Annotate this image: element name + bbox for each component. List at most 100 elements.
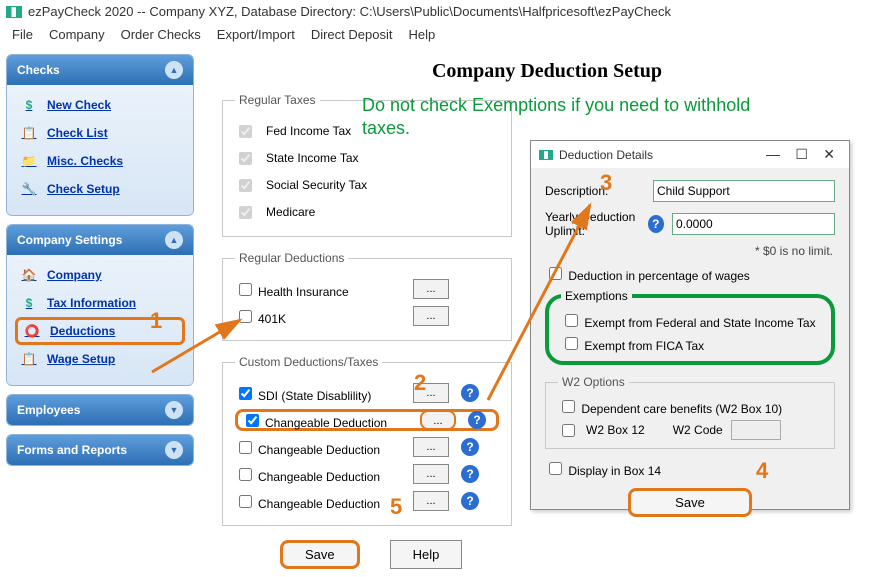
menu-help[interactable]: Help — [402, 27, 441, 42]
chk-display-box14[interactable] — [549, 462, 562, 475]
regular-deductions-group: Regular Deductions Health Insurance... 4… — [222, 251, 512, 341]
home-icon: 🏠 — [21, 268, 37, 282]
sidebar: Checks ▲ $New Check 📋Check List 📁Misc. C… — [0, 48, 200, 577]
help-icon[interactable]: ? — [461, 438, 479, 456]
dialog-save-button[interactable]: Save — [628, 488, 752, 517]
minimize-button[interactable]: — — [760, 146, 786, 162]
help-icon[interactable]: ? — [648, 215, 664, 233]
chk-percentage[interactable] — [549, 267, 562, 280]
chk-ss-tax — [239, 179, 252, 192]
chevron-up-icon: ▲ — [165, 231, 183, 249]
edit-cd-2[interactable]: ... — [413, 437, 449, 457]
circle-icon: ⭕ — [24, 324, 40, 338]
app-icon — [539, 150, 553, 160]
chk-dep-care[interactable] — [562, 400, 575, 413]
sidebar-item-misc-checks[interactable]: 📁Misc. Checks — [7, 147, 193, 175]
panel-company-header[interactable]: Company Settings ▲ — [7, 225, 193, 255]
app-title: ezPayCheck 2020 -- Company XYZ, Database… — [28, 4, 671, 19]
chevron-up-icon: ▲ — [165, 61, 183, 79]
save-button[interactable]: Save — [280, 540, 360, 569]
edit-sdi[interactable]: ... — [413, 383, 449, 403]
maximize-button[interactable]: ☐ — [789, 146, 814, 162]
w2-code-input — [731, 420, 781, 440]
panel-forms-header[interactable]: Forms and Reports ▼ — [7, 435, 193, 465]
chevron-down-icon: ▼ — [165, 401, 183, 419]
help-icon[interactable]: ? — [461, 465, 479, 483]
title-bar: ezPayCheck 2020 -- Company XYZ, Database… — [0, 0, 882, 23]
uplimit-label: Yearly Deduction Uplimit: — [545, 210, 636, 238]
sidebar-item-new-check[interactable]: $New Check — [7, 91, 193, 119]
deduction-details-dialog: Deduction Details — ☐ ✕ Description: Yea… — [530, 140, 850, 510]
sidebar-item-company[interactable]: 🏠Company — [7, 261, 193, 289]
chk-401k[interactable] — [239, 310, 252, 323]
panel-forms: Forms and Reports ▼ — [6, 434, 194, 466]
description-label: Description: — [545, 184, 645, 198]
help-icon[interactable]: ? — [468, 411, 486, 429]
regular-taxes-legend: Regular Taxes — [235, 93, 320, 107]
chevron-down-icon: ▼ — [165, 441, 183, 459]
page-title: Company Deduction Setup — [220, 60, 874, 83]
help-button[interactable]: Help — [390, 540, 463, 569]
dialog-title: Deduction Details — [559, 148, 653, 162]
chk-medicare — [239, 206, 252, 219]
regular-deductions-legend: Regular Deductions — [235, 251, 348, 265]
sidebar-item-check-list[interactable]: 📋Check List — [7, 119, 193, 147]
chk-exempt-fica[interactable] — [565, 337, 578, 350]
panel-checks-title: Checks — [17, 63, 60, 77]
panel-checks-header[interactable]: Checks ▲ — [7, 55, 193, 85]
sidebar-item-deductions[interactable]: ⭕Deductions — [15, 317, 185, 345]
chk-sdi[interactable] — [239, 387, 252, 400]
sidebar-item-check-setup[interactable]: 🔧Check Setup — [7, 175, 193, 203]
help-icon[interactable]: ? — [461, 492, 479, 510]
custom-deductions-group: Custom Deductions/Taxes SDI (State Disab… — [222, 355, 512, 526]
description-input[interactable] — [653, 180, 835, 202]
panel-employees-header[interactable]: Employees ▼ — [7, 395, 193, 425]
w2-legend: W2 Options — [558, 375, 629, 389]
chk-fed-income — [239, 125, 252, 138]
w2-code-label: W2 Code — [673, 423, 723, 437]
panel-employees: Employees ▼ — [6, 394, 194, 426]
list-icon: 📋 — [21, 352, 37, 366]
uplimit-input[interactable] — [672, 213, 835, 235]
panel-company-settings: Company Settings ▲ 🏠Company $Tax Informa… — [6, 224, 194, 386]
chk-cd-4[interactable] — [239, 495, 252, 508]
regular-taxes-group: Regular Taxes Fed Income Tax State Incom… — [222, 93, 512, 237]
sidebar-item-wage-setup[interactable]: 📋Wage Setup — [7, 345, 193, 373]
uplimit-note: * $0 is no limit. — [545, 244, 833, 258]
help-icon[interactable]: ? — [461, 384, 479, 402]
dialog-titlebar[interactable]: Deduction Details — ☐ ✕ — [531, 141, 849, 168]
edit-cd-1[interactable]: ... — [420, 410, 456, 430]
panel-checks: Checks ▲ $New Check 📋Check List 📁Misc. C… — [6, 54, 194, 216]
sidebar-item-tax-info[interactable]: $Tax Information — [7, 289, 193, 317]
app-icon — [6, 6, 22, 18]
edit-cd-4[interactable]: ... — [413, 491, 449, 511]
menu-bar: File Company Order Checks Export/Import … — [0, 23, 882, 48]
menu-export-import[interactable]: Export/Import — [211, 27, 301, 42]
chk-w2-box12[interactable] — [562, 424, 575, 437]
chk-exempt-fed-state[interactable] — [565, 314, 578, 327]
chk-cd-3[interactable] — [239, 468, 252, 481]
panel-forms-title: Forms and Reports — [17, 443, 127, 457]
panel-company-title: Company Settings — [17, 233, 122, 247]
close-button[interactable]: ✕ — [817, 146, 841, 162]
dollar-icon: $ — [21, 296, 37, 310]
w2-options-group: W2 Options Dependent care benefits (W2 B… — [545, 375, 835, 449]
custom-deductions-legend: Custom Deductions/Taxes — [235, 355, 382, 369]
menu-direct-deposit[interactable]: Direct Deposit — [305, 27, 399, 42]
dollar-icon: $ — [21, 98, 37, 112]
wrench-icon: 🔧 — [21, 182, 37, 196]
exemptions-group: Exemptions Exempt from Federal and State… — [545, 289, 835, 365]
chk-health-ins[interactable] — [239, 283, 252, 296]
chk-cd-1[interactable] — [246, 414, 259, 427]
panel-employees-title: Employees — [17, 403, 80, 417]
edit-cd-3[interactable]: ... — [413, 464, 449, 484]
chk-cd-2[interactable] — [239, 441, 252, 454]
menu-file[interactable]: File — [6, 27, 39, 42]
chk-state-income — [239, 152, 252, 165]
menu-order-checks[interactable]: Order Checks — [115, 27, 207, 42]
menu-company[interactable]: Company — [43, 27, 111, 42]
edit-401k[interactable]: ... — [413, 306, 449, 326]
exemptions-legend: Exemptions — [561, 289, 632, 303]
folder-icon: 📁 — [21, 154, 37, 168]
edit-health-ins[interactable]: ... — [413, 279, 449, 299]
